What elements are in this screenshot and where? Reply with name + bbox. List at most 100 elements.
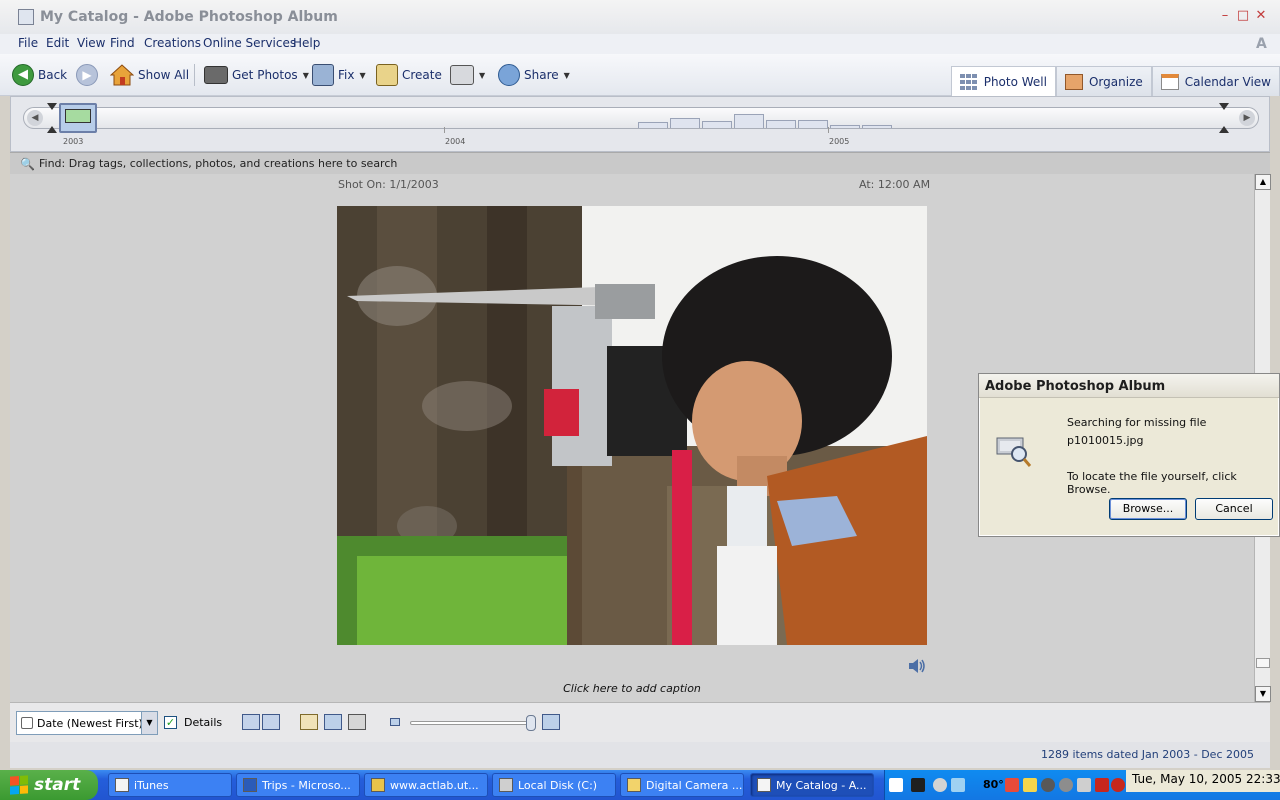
cancel-button[interactable]: Cancel (1195, 498, 1273, 520)
find-bar[interactable]: 🔍 Find: Drag tags, collections, photos, … (10, 152, 1270, 174)
taskbar-item-local-disk[interactable]: Local Disk (C:) (492, 773, 616, 797)
app-icon (18, 9, 34, 25)
start-button[interactable]: start (0, 770, 98, 800)
acrobat-icon[interactable] (1111, 778, 1125, 792)
temperature-readout[interactable]: 80° (983, 778, 1004, 791)
sort-icon (21, 717, 33, 729)
taskbar-item-browser[interactable]: www.actlab.ut... (364, 773, 488, 797)
fix-label: Fix (338, 68, 355, 82)
tab-photo-well[interactable]: Photo Well (950, 66, 1056, 96)
rotate-left-icon[interactable] (242, 714, 260, 730)
get-photos-label: Get Photos (232, 68, 298, 82)
show-all-button[interactable]: Show All (109, 62, 189, 88)
tray-icon[interactable] (911, 778, 925, 792)
tray-icon[interactable] (1005, 778, 1019, 792)
slideshow-icon[interactable] (324, 714, 342, 730)
close-button[interactable]: ✕ (1254, 9, 1268, 23)
menu-view[interactable]: View (77, 36, 105, 50)
menu-find[interactable]: Find (110, 36, 135, 50)
timeline-bar (862, 125, 892, 128)
sort-order-select[interactable]: Date (Newest First) ▼ (16, 711, 158, 735)
taskbar-item-label: Trips - Microso... (262, 778, 351, 792)
help-tray-icon[interactable] (889, 778, 903, 792)
dialog-title: Adobe Photoshop Album (979, 374, 1279, 398)
adobe-logo-icon: A (1256, 36, 1267, 52)
chevron-down-icon: ▼ (479, 70, 486, 80)
dialog-message-line1: Searching for missing file (1067, 416, 1207, 429)
timeline-end-marker[interactable] (1219, 103, 1229, 133)
word-icon (243, 778, 257, 792)
timeline[interactable]: ◀ ▶ 2003 2004 2005 (10, 96, 1270, 152)
timeline-start-marker[interactable] (47, 103, 57, 133)
add-caption-link[interactable]: Click here to add caption (10, 682, 1254, 695)
create-icon (376, 64, 398, 86)
drive-icon (499, 778, 513, 792)
timeline-track[interactable]: ◀ ▶ (23, 107, 1259, 129)
share-button[interactable]: Share ▼ (498, 62, 570, 88)
status-bar: 1289 items dated Jan 2003 - Dec 2005 (10, 742, 1270, 768)
tray-icon[interactable] (1059, 778, 1073, 792)
itunes-icon (115, 778, 129, 792)
chevron-down-icon: ▼ (302, 70, 309, 80)
scroll-down-icon[interactable]: ▼ (1255, 686, 1271, 702)
taskbar-clock[interactable]: Tue, May 10, 2005 22:33 (1126, 770, 1280, 792)
tray-icon[interactable] (1077, 778, 1091, 792)
dialog-message-line2: To locate the file yourself, click Brows… (1067, 470, 1237, 496)
menu-bar: File Edit View Find Creations Online Ser… (0, 34, 1280, 54)
timeline-bar (638, 122, 668, 128)
taskbar-item-my-catalog[interactable]: My Catalog - A... (750, 773, 874, 797)
find-bar-text: Find: Drag tags, collections, photos, an… (39, 157, 398, 170)
scroll-up-icon[interactable]: ▲ (1255, 174, 1271, 190)
bottom-options-bar: Date (Newest First) ▼ ✓ Details (10, 702, 1270, 742)
menu-online-services[interactable]: Online Services (203, 36, 296, 50)
print-button[interactable]: ▼ (450, 62, 485, 88)
rotate-right-icon[interactable] (262, 714, 280, 730)
menu-help[interactable]: Help (293, 36, 320, 50)
toolbar: ◀ Back ▶ Show All Get Photos ▼ Fix ▼ Creat… (0, 54, 1280, 96)
search-file-icon (993, 428, 1033, 472)
menu-creations[interactable]: Creations (144, 36, 201, 50)
stack-icon[interactable] (348, 714, 366, 730)
details-checkbox[interactable]: ✓ (164, 716, 177, 729)
taskbar-item-digital-camera[interactable]: Digital Camera ... (620, 773, 744, 797)
create-button[interactable]: Create (376, 62, 442, 88)
forward-button[interactable]: ▶ (76, 62, 98, 88)
tray-icon[interactable] (1095, 778, 1109, 792)
scroll-thumb[interactable] (1256, 658, 1270, 668)
chevron-down-icon[interactable]: ▼ (141, 712, 157, 734)
tray-icon[interactable] (1041, 778, 1055, 792)
tray-icon[interactable] (951, 778, 965, 792)
chevron-down-icon: ▼ (359, 70, 366, 80)
window-title: My Catalog - Adobe Photoshop Album (40, 9, 338, 25)
dialog-filename: p1010015.jpg (1067, 434, 1144, 447)
tab-organize-label: Organize (1088, 74, 1143, 89)
fix-button[interactable]: Fix ▼ (312, 62, 366, 88)
large-thumbnail-icon[interactable] (542, 714, 560, 730)
timeline-left-arrow-icon[interactable]: ◀ (27, 110, 43, 126)
timeline-year-label: 2003 (63, 137, 84, 146)
shot-time: At: 12:00 AM (859, 178, 931, 191)
thumbnail-size-slider[interactable] (410, 721, 534, 725)
maximize-button[interactable]: □ (1236, 9, 1250, 23)
camera-icon (204, 66, 228, 84)
tab-organize[interactable]: Organize (1055, 66, 1152, 96)
photo-image[interactable] (337, 206, 927, 645)
taskbar-item-word[interactable]: Trips - Microso... (236, 773, 360, 797)
timeline-current-photo-thumbnail[interactable] (59, 103, 97, 133)
tray-arrow-icon[interactable] (933, 778, 947, 792)
taskbar-item-itunes[interactable]: iTunes (108, 773, 232, 797)
minimize-button[interactable]: – (1218, 9, 1232, 23)
single-photo-view-icon[interactable] (300, 714, 318, 730)
zonealarm-icon[interactable] (1023, 778, 1037, 792)
timeline-right-arrow-icon[interactable]: ▶ (1239, 110, 1255, 126)
browse-button[interactable]: Browse... (1109, 498, 1187, 520)
tab-calendar-view[interactable]: Calendar View (1151, 66, 1280, 96)
speaker-icon[interactable] (907, 658, 927, 674)
back-button[interactable]: ◀ Back (12, 62, 67, 88)
get-photos-button[interactable]: Get Photos ▼ (204, 62, 309, 88)
menu-file[interactable]: File (18, 36, 38, 50)
menu-edit[interactable]: Edit (46, 36, 69, 50)
slider-knob[interactable] (526, 715, 536, 731)
timeline-bar (702, 121, 732, 128)
small-thumbnail-icon[interactable] (390, 718, 400, 726)
